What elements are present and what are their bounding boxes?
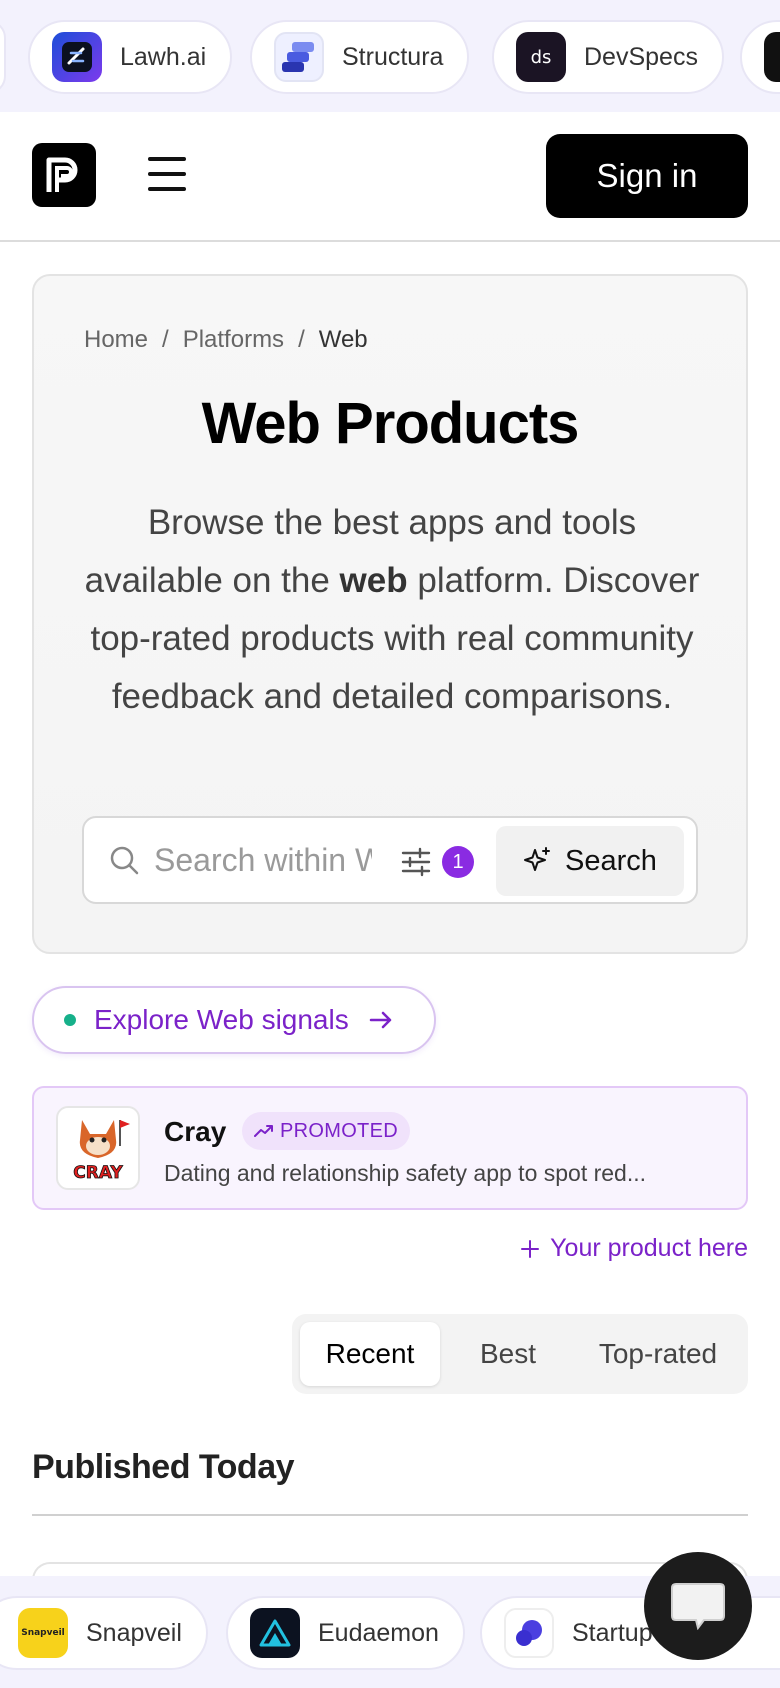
product-chip-snapveil[interactable]: Snapveil Snapveil — [0, 1596, 208, 1670]
explore-signals-button[interactable]: Explore Web signals — [32, 986, 436, 1054]
breadcrumb-current: Web — [318, 326, 368, 353]
startup-logo-icon — [504, 1608, 554, 1658]
tab-top-rated[interactable]: Top-rated — [576, 1322, 740, 1386]
svg-text:CRAY: CRAY — [73, 1163, 123, 1183]
hamburger-menu-icon[interactable] — [148, 157, 186, 191]
tab-best[interactable]: Best — [448, 1322, 568, 1386]
tab-recent[interactable]: Recent — [300, 1322, 440, 1386]
promoted-badge: PROMOTED — [242, 1112, 410, 1150]
promoted-product-card[interactable]: CRAY Cray PROMOTED Dating and relationsh… — [32, 1086, 748, 1210]
page-description: Browse the best apps and tools available… — [84, 503, 700, 716]
hero-card: Home / Platforms / Web Web Products Brow… — [32, 274, 748, 954]
section-divider — [32, 1514, 748, 1516]
product-chip-label: Snapveil — [86, 1618, 182, 1647]
lawh-logo-icon — [52, 32, 102, 82]
devspecs-logo-icon: ds — [516, 32, 566, 82]
search-icon — [110, 846, 139, 875]
brand-logo-icon — [46, 157, 78, 192]
product-chip-label: Eudaemon — [318, 1618, 439, 1647]
promoted-product-name: Cray — [164, 1116, 227, 1147]
breadcrumb: Home / Platforms / Web — [84, 326, 368, 354]
breadcrumb-separator: / — [298, 326, 305, 353]
search-button[interactable]: Search — [496, 826, 684, 896]
product-chip-label: Startup — [572, 1618, 653, 1647]
partial-logo-icon: B — [764, 32, 780, 82]
product-chip-partial[interactable] — [0, 20, 6, 94]
breadcrumb-separator: / — [162, 326, 169, 353]
top-product-strip: Lawh.ai Structura ds DevSpecs B — [0, 0, 780, 112]
explore-signals-label: Explore Web signals — [94, 1004, 349, 1035]
product-chip-partial[interactable]: B — [740, 20, 780, 94]
product-chip-label: Structura — [342, 42, 444, 71]
sparkles-icon — [524, 847, 551, 871]
sort-tabs: Recent Best Top-rated — [292, 1314, 748, 1394]
your-product-here-link[interactable]: Your product here — [520, 1234, 748, 1263]
breadcrumb-home[interactable]: Home — [84, 326, 148, 354]
promoted-product-description: Dating and relationship safety app to sp… — [164, 1160, 647, 1186]
section-title: Published Today — [32, 1448, 295, 1486]
snapveil-logo-icon: Snapveil — [18, 1608, 68, 1658]
chat-widget-button[interactable] — [644, 1552, 752, 1660]
trending-up-icon — [254, 1125, 273, 1137]
search-button-label: Search — [565, 844, 657, 877]
eudaemon-logo-icon — [250, 1608, 300, 1658]
product-chip-eudaemon[interactable]: Eudaemon — [226, 1596, 465, 1670]
cray-logo-icon: CRAY — [56, 1106, 140, 1190]
product-chip-devspecs[interactable]: ds DevSpecs — [492, 20, 724, 94]
structura-logo-icon — [274, 32, 324, 82]
arrow-right-icon — [369, 1011, 391, 1029]
product-chip-structura[interactable]: Structura — [250, 20, 470, 94]
search-input[interactable] — [154, 840, 372, 880]
sign-in-button[interactable]: Sign in — [546, 134, 748, 218]
page-title: Web Products — [201, 391, 580, 456]
breadcrumb-platforms[interactable]: Platforms — [183, 326, 284, 354]
product-chip-label: DevSpecs — [584, 42, 698, 71]
filter-sliders-icon[interactable] — [400, 846, 432, 878]
chat-bubble-icon — [671, 1583, 725, 1630]
plus-icon — [521, 1239, 540, 1258]
product-chip-label: Lawh.ai — [120, 42, 207, 71]
site-header: Sign in — [0, 112, 780, 242]
status-dot-icon — [64, 1014, 76, 1026]
filter-count-badge: 1 — [442, 846, 474, 878]
search-bar: 1 Search — [82, 816, 698, 904]
brand-logo[interactable] — [32, 143, 96, 207]
product-chip-lawh[interactable]: Lawh.ai — [28, 20, 233, 94]
